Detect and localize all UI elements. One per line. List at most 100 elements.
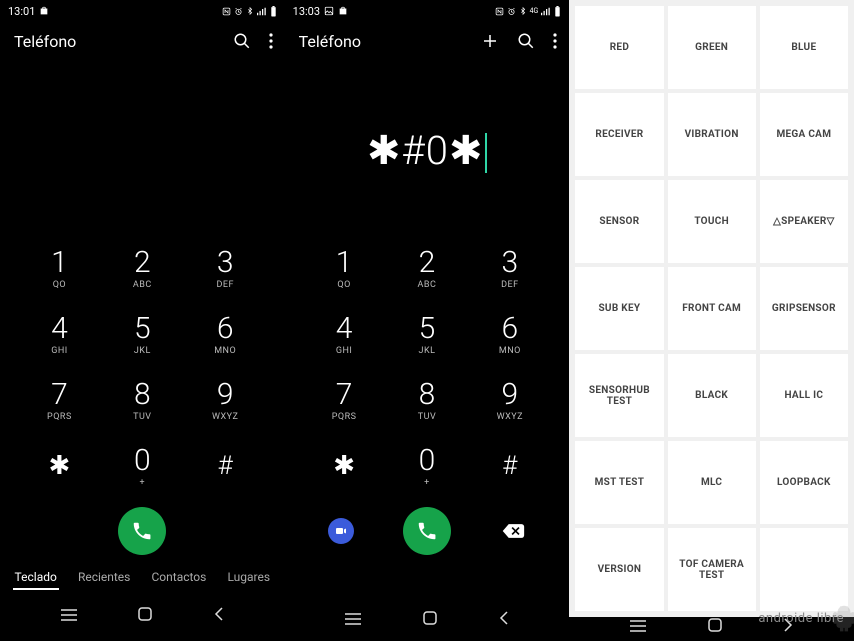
key-7[interactable]: 7PQRS bbox=[18, 372, 101, 430]
battery-icon bbox=[270, 6, 277, 17]
nav-bar bbox=[0, 600, 285, 636]
status-bar: 13:01 bbox=[0, 0, 285, 22]
key-7[interactable]: 7PQRS bbox=[303, 372, 386, 430]
key-3[interactable]: 3DEF bbox=[468, 240, 551, 298]
key-star[interactable]: ✱ bbox=[18, 438, 101, 496]
key-hash[interactable]: # bbox=[468, 438, 551, 496]
status-time: 13:03 bbox=[293, 5, 320, 18]
diag-tof-camera[interactable]: TOF CAMERA TEST bbox=[668, 528, 756, 611]
diag-gripsensor[interactable]: GRIPSENSOR bbox=[760, 267, 848, 350]
diag-speaker[interactable]: △SPEAKER▽ bbox=[760, 180, 848, 263]
key-star[interactable]: ✱ bbox=[303, 438, 386, 496]
diagnostic-panel: RED GREEN BLUE RECEIVER VIBRATION MEGA C… bbox=[569, 0, 854, 640]
status-bar: 13:03 4G bbox=[285, 0, 570, 22]
status-time: 13:01 bbox=[8, 5, 35, 18]
nfc-icon bbox=[495, 7, 504, 16]
image-icon bbox=[324, 6, 334, 16]
home-button[interactable] bbox=[707, 617, 723, 637]
signal-icon bbox=[541, 7, 551, 16]
back-button[interactable] bbox=[498, 610, 510, 630]
key-5[interactable]: 5JKL bbox=[386, 306, 469, 364]
home-button[interactable] bbox=[422, 610, 438, 630]
diag-mst-test[interactable]: MST TEST bbox=[575, 441, 663, 524]
home-button[interactable] bbox=[137, 606, 153, 626]
diag-front-cam[interactable]: FRONT CAM bbox=[668, 267, 756, 350]
back-button[interactable] bbox=[213, 606, 225, 626]
diag-sensorhub[interactable]: SENSORHUB TEST bbox=[575, 354, 663, 437]
battery-icon bbox=[554, 6, 561, 17]
key-9[interactable]: 9WXYZ bbox=[184, 372, 267, 430]
tab-keypad[interactable]: Teclado bbox=[13, 566, 59, 590]
keypad: 1QO 2ABC 3DEF 4GHI 5JKL 6MNO 7PQRS 8TUV … bbox=[285, 240, 570, 496]
recents-button[interactable] bbox=[629, 618, 647, 637]
backspace-button[interactable] bbox=[498, 522, 528, 540]
diag-empty[interactable] bbox=[760, 528, 848, 611]
diag-hall-ic[interactable]: HALL IC bbox=[760, 354, 848, 437]
call-button[interactable] bbox=[403, 507, 451, 555]
key-0[interactable]: 0+ bbox=[101, 438, 184, 496]
diag-loopback[interactable]: LOOPBACK bbox=[760, 441, 848, 524]
search-icon[interactable] bbox=[517, 32, 535, 50]
key-hash[interactable]: # bbox=[184, 438, 267, 496]
briefcase-icon bbox=[338, 6, 348, 16]
search-icon[interactable] bbox=[233, 32, 251, 50]
bluetooth-icon bbox=[519, 6, 527, 16]
key-3[interactable]: 3DEF bbox=[184, 240, 267, 298]
diag-mlc[interactable]: MLC bbox=[668, 441, 756, 524]
diag-black[interactable]: BLACK bbox=[668, 354, 756, 437]
dialer-panel-2: 13:03 4G Teléfono ✱#0✱ 1QO 2ABC 3DEF 4GH… bbox=[285, 0, 570, 640]
more-icon[interactable] bbox=[269, 33, 273, 49]
tab-contacts[interactable]: Contactos bbox=[149, 566, 208, 590]
call-button[interactable] bbox=[118, 507, 166, 555]
key-5[interactable]: 5JKL bbox=[101, 306, 184, 364]
key-9[interactable]: 9WXYZ bbox=[468, 372, 551, 430]
key-4[interactable]: 4GHI bbox=[303, 306, 386, 364]
diag-mega-cam[interactable]: MEGA CAM bbox=[760, 93, 848, 176]
key-1[interactable]: 1QO bbox=[18, 240, 101, 298]
back-button[interactable] bbox=[782, 617, 794, 637]
more-icon[interactable] bbox=[553, 33, 557, 49]
app-header: Teléfono bbox=[0, 22, 285, 60]
tab-places[interactable]: Lugares bbox=[225, 566, 272, 590]
keypad: 1QO 2ABC 3DEF 4GHI 5JKL 6MNO 7PQRS 8TUV … bbox=[0, 240, 285, 496]
action-bar bbox=[0, 496, 285, 566]
nav-bar bbox=[285, 604, 570, 640]
diag-touch[interactable]: TOUCH bbox=[668, 180, 756, 263]
dial-display: ✱#0✱ bbox=[285, 60, 570, 240]
key-1[interactable]: 1QO bbox=[303, 240, 386, 298]
app-header: Teléfono bbox=[285, 22, 570, 60]
alarm-icon bbox=[507, 7, 516, 16]
key-0[interactable]: 0+ bbox=[386, 438, 469, 496]
nfc-icon bbox=[222, 7, 231, 16]
diag-red[interactable]: RED bbox=[575, 6, 663, 89]
key-8[interactable]: 8TUV bbox=[101, 372, 184, 430]
action-bar bbox=[285, 496, 570, 566]
android-logo-icon bbox=[830, 604, 854, 632]
video-call-button[interactable] bbox=[328, 518, 354, 544]
diag-vibration[interactable]: VIBRATION bbox=[668, 93, 756, 176]
alarm-icon bbox=[234, 7, 243, 16]
diagnostic-grid: RED GREEN BLUE RECEIVER VIBRATION MEGA C… bbox=[569, 0, 854, 617]
diag-version[interactable]: VERSION bbox=[575, 528, 663, 611]
cursor bbox=[485, 133, 487, 173]
add-icon[interactable] bbox=[481, 32, 499, 50]
diag-green[interactable]: GREEN bbox=[668, 6, 756, 89]
recents-button[interactable] bbox=[344, 611, 362, 630]
data-icon: 4G bbox=[530, 7, 539, 15]
key-6[interactable]: 6MNO bbox=[184, 306, 267, 364]
diag-sensor[interactable]: SENSOR bbox=[575, 180, 663, 263]
diag-sub-key[interactable]: SUB KEY bbox=[575, 267, 663, 350]
key-8[interactable]: 8TUV bbox=[386, 372, 469, 430]
bluetooth-icon bbox=[246, 6, 254, 16]
page-title: Teléfono bbox=[14, 32, 76, 51]
recents-button[interactable] bbox=[60, 607, 78, 626]
diag-receiver[interactable]: RECEIVER bbox=[575, 93, 663, 176]
key-4[interactable]: 4GHI bbox=[18, 306, 101, 364]
dial-display bbox=[0, 60, 285, 240]
diag-blue[interactable]: BLUE bbox=[760, 6, 848, 89]
key-6[interactable]: 6MNO bbox=[468, 306, 551, 364]
key-2[interactable]: 2ABC bbox=[101, 240, 184, 298]
key-2[interactable]: 2ABC bbox=[386, 240, 469, 298]
tab-recent[interactable]: Recientes bbox=[76, 566, 132, 590]
dialer-panel-1: 13:01 Teléfono 1QO 2ABC 3DEF 4GHI bbox=[0, 0, 285, 640]
